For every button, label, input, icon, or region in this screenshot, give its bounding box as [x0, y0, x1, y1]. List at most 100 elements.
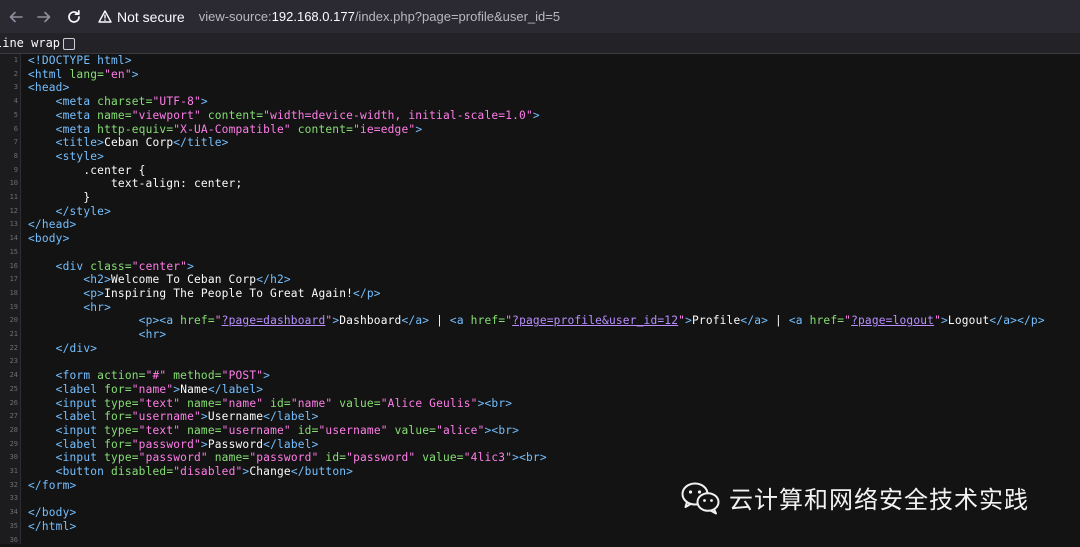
- code-token: "en": [104, 68, 132, 81]
- code-token: value=: [388, 424, 436, 437]
- line-number: 24: [0, 369, 18, 383]
- url-path: /index.php?page=profile&user_id=5: [355, 9, 560, 24]
- code-token: value=: [415, 451, 463, 464]
- line-number: 15: [0, 246, 18, 260]
- code-token: "name": [291, 397, 333, 410]
- code-token: content=: [291, 123, 353, 136]
- code-token: <a: [450, 314, 471, 327]
- code-token: "X-UA-Compatible": [173, 123, 291, 136]
- code-token: [28, 397, 56, 410]
- wechat-icon: [681, 481, 721, 515]
- code-token: charset=: [97, 95, 152, 108]
- line-number: 21: [0, 328, 18, 342]
- code-token: <!DOCTYPE html>: [28, 54, 132, 67]
- code-token: Change: [249, 465, 291, 478]
- code-token: [28, 273, 83, 286]
- code-token: >: [685, 314, 692, 327]
- line-number: 1: [0, 54, 18, 68]
- line-wrap-checkbox[interactable]: [63, 38, 75, 50]
- code-token: <hr>: [139, 328, 167, 341]
- code-token: Profile: [692, 314, 740, 327]
- code-token: "password": [132, 438, 201, 451]
- code-token: <style>: [56, 150, 104, 163]
- code-token: [28, 383, 56, 396]
- code-text: </html>: [28, 520, 76, 534]
- back-button[interactable]: [2, 3, 30, 31]
- code-token: type=: [104, 424, 139, 437]
- code-token: <html: [28, 68, 70, 81]
- site-security-indicator[interactable]: Not secure: [98, 9, 185, 25]
- code-text: <!DOCTYPE html>: [28, 54, 132, 68]
- code-token: }: [28, 191, 90, 204]
- line-number: 22: [0, 342, 18, 356]
- code-token: "#": [146, 369, 167, 382]
- source-link[interactable]: ?page=logout: [851, 314, 934, 327]
- line-number: 26: [0, 397, 18, 411]
- line-number: 8: [0, 150, 18, 164]
- code-token: http-equiv=: [97, 123, 173, 136]
- code-token: [28, 314, 139, 327]
- line-number: 2: [0, 68, 18, 82]
- code-token: for=: [104, 383, 132, 396]
- code-token: "alice": [436, 424, 484, 437]
- line-wrap-bar: line wrap: [0, 33, 1080, 54]
- code-text: <p>Inspiring The People To Great Again!<…: [28, 287, 381, 301]
- code-token: [28, 369, 56, 382]
- code-text: <p><a href="?page=dashboard">Dashboard</…: [28, 314, 1045, 328]
- warning-icon: [98, 10, 112, 23]
- source-link[interactable]: ?page=profile&user_id=12: [512, 314, 678, 327]
- code-token: </h2>: [256, 273, 291, 286]
- reload-icon: [66, 9, 82, 25]
- code-token: action=: [97, 369, 145, 382]
- code-token: </button>: [291, 465, 353, 478]
- code-token: "text": [139, 397, 181, 410]
- line-number: 30: [0, 451, 18, 465]
- code-token: [28, 410, 56, 423]
- code-text: <input type="text" name="username" id="u…: [28, 424, 519, 438]
- line-number: 16: [0, 260, 18, 274]
- code-token: value=: [332, 397, 380, 410]
- code-token: >: [201, 410, 208, 423]
- source-link[interactable]: ?page=dashboard: [222, 314, 326, 327]
- code-token: "password": [346, 451, 415, 464]
- code-token: </a>: [401, 314, 429, 327]
- code-token: <label: [56, 383, 104, 396]
- code-token: <head>: [28, 81, 70, 94]
- code-token: <a: [789, 314, 810, 327]
- code-token: "viewport": [132, 109, 201, 122]
- code-token: href=: [471, 314, 506, 327]
- code-text: </body>: [28, 506, 76, 520]
- code-token: name=: [180, 424, 222, 437]
- code-token: |: [768, 314, 789, 327]
- code-token: [28, 136, 56, 149]
- code-token: [28, 205, 56, 218]
- code-token: </label>: [263, 410, 318, 423]
- forward-button[interactable]: [30, 3, 58, 31]
- code-token: <label: [56, 410, 104, 423]
- address-bar[interactable]: view-source:192.168.0.177/index.php?page…: [199, 9, 560, 24]
- code-text: <style>: [28, 150, 104, 164]
- code-text: </div>: [28, 342, 97, 356]
- code-token: "UTF-8": [153, 95, 201, 108]
- line-number: 29: [0, 438, 18, 452]
- code-token: name=: [180, 397, 222, 410]
- code-token: content=: [201, 109, 263, 122]
- code-text: <button disabled="disabled">Change</butt…: [28, 465, 353, 479]
- reload-button[interactable]: [60, 3, 88, 31]
- code-text: </head>: [28, 218, 76, 232]
- code-token: <meta: [56, 123, 98, 136]
- code-token: <div: [56, 260, 91, 273]
- code-token: </label>: [263, 438, 318, 451]
- code-text: <div class="center">: [28, 260, 194, 274]
- code-token: ><br>: [512, 451, 547, 464]
- code-token: name=: [97, 109, 132, 122]
- code-token: >: [941, 314, 948, 327]
- code-token: </a>: [740, 314, 768, 327]
- line-number: 23: [0, 355, 18, 369]
- line-number: 19: [0, 301, 18, 315]
- code-token: for=: [104, 410, 132, 423]
- line-number: 35: [0, 520, 18, 534]
- code-token: id=: [263, 397, 291, 410]
- code-token: </a></p>: [989, 314, 1044, 327]
- line-number: 13: [0, 218, 18, 232]
